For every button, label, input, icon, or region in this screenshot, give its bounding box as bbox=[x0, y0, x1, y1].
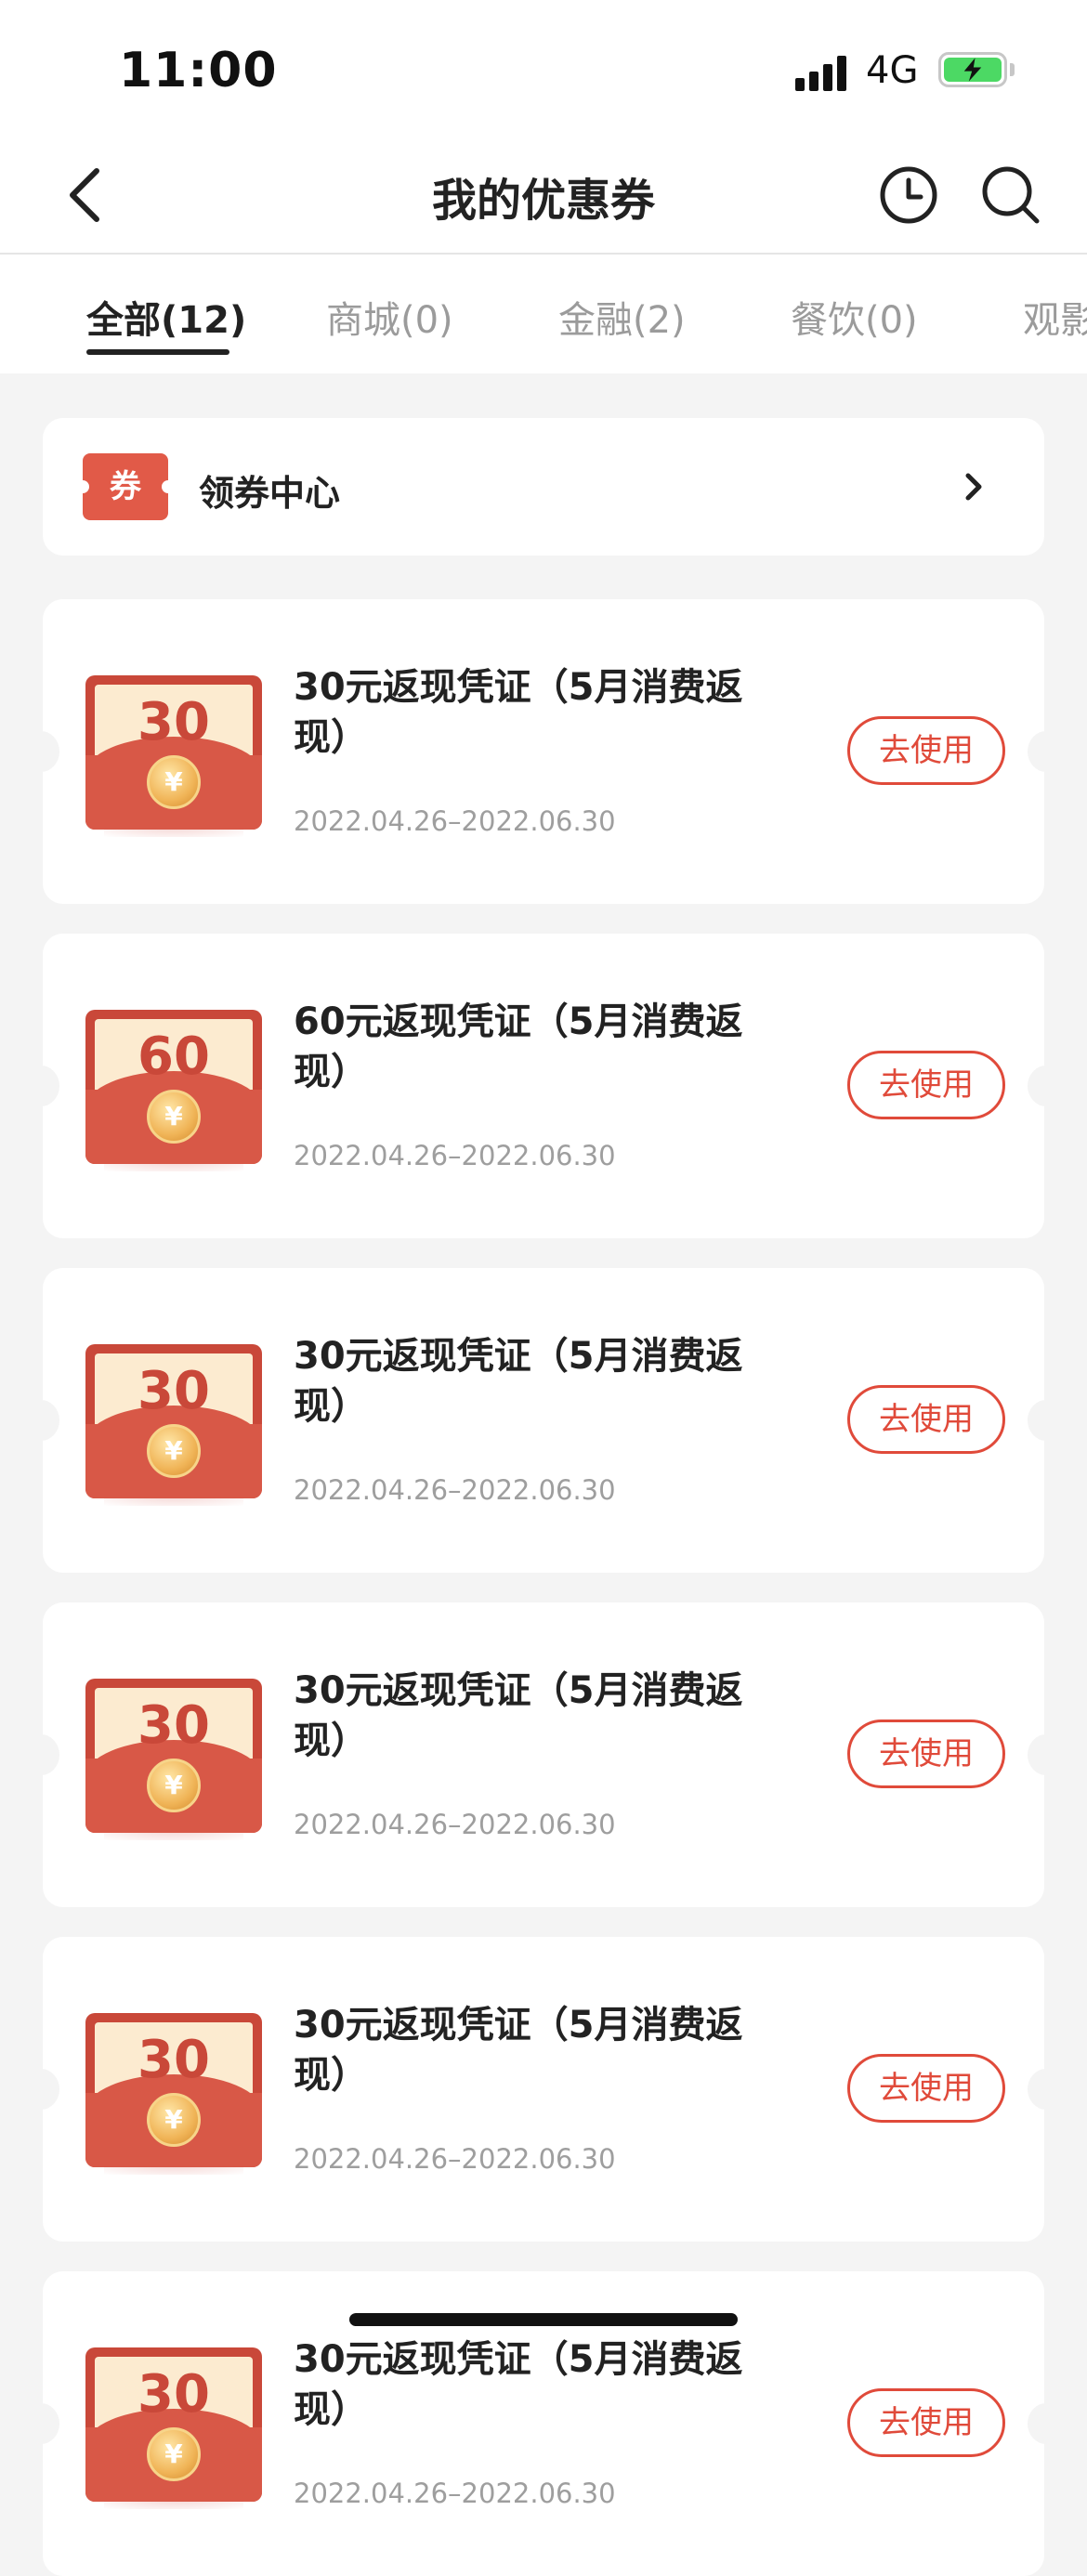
coupon-validity-date: 2022.04.26–2022.06.30 bbox=[294, 2478, 616, 2509]
coupon-title: 30元返现凭证（5月消费返现） bbox=[294, 2004, 743, 2097]
battery-tip bbox=[1010, 63, 1015, 76]
coupon-title: 30元返现凭证（5月消费返现） bbox=[294, 1669, 743, 1762]
use-coupon-button[interactable]: 去使用 bbox=[847, 2054, 1005, 2123]
red-envelope-icon: 30 ¥ bbox=[85, 1679, 262, 1840]
status-time: 11:00 bbox=[119, 43, 278, 98]
tab-all[interactable]: 全部(12) bbox=[86, 290, 246, 344]
yuan-coin-icon: ¥ bbox=[147, 2427, 201, 2481]
yuan-coin-icon: ¥ bbox=[147, 1759, 201, 1812]
red-envelope-icon: 30 ¥ bbox=[85, 2013, 262, 2175]
red-envelope-icon: 30 ¥ bbox=[85, 2347, 262, 2509]
network-label: 4G bbox=[866, 49, 919, 92]
clock-icon[interactable] bbox=[877, 163, 940, 227]
yuan-coin-icon: ¥ bbox=[147, 1424, 201, 1478]
tab-mall[interactable]: 商城(0) bbox=[326, 290, 453, 344]
coupon-card[interactable]: 30 ¥ 30元返现凭证（5月消费返现） 2022.04.26–2022.06.… bbox=[22, 1268, 1065, 1573]
coupon-validity-date: 2022.04.26–2022.06.30 bbox=[294, 1474, 616, 1506]
use-coupon-button[interactable]: 去使用 bbox=[847, 1385, 1005, 1454]
ticket-notch bbox=[1028, 1400, 1065, 1441]
coupon-title: 30元返现凭证（5月消费返现） bbox=[294, 2338, 743, 2431]
ticket-notch bbox=[1028, 2069, 1065, 2110]
coupon-card[interactable]: 30 ¥ 30元返现凭证（5月消费返现） 2022.04.26–2022.06.… bbox=[22, 1602, 1065, 1907]
tab-movies[interactable]: 观影 bbox=[1023, 290, 1087, 344]
coupon-amount: 30 bbox=[138, 1361, 210, 1421]
red-envelope-icon: 30 ¥ bbox=[85, 675, 262, 837]
yuan-coin-icon: ¥ bbox=[147, 1090, 201, 1144]
battery-icon bbox=[938, 52, 1007, 87]
coupon-card[interactable]: 30 ¥ 30元返现凭证（5月消费返现） 2022.04.26–2022.06.… bbox=[22, 599, 1065, 904]
ticket-notch bbox=[22, 1734, 59, 1775]
active-tab-indicator bbox=[86, 349, 229, 355]
coupon-validity-date: 2022.04.26–2022.06.30 bbox=[294, 1140, 616, 1171]
red-envelope-icon: 30 ¥ bbox=[85, 1344, 262, 1506]
use-coupon-button[interactable]: 去使用 bbox=[847, 2388, 1005, 2457]
tab-dining[interactable]: 餐饮(0) bbox=[791, 290, 918, 344]
use-coupon-button[interactable]: 去使用 bbox=[847, 1051, 1005, 1119]
coupon-amount: 30 bbox=[138, 2364, 210, 2425]
coupon-title: 30元返现凭证（5月消费返现） bbox=[294, 1335, 743, 1428]
status-bar: 11:00 4G bbox=[0, 0, 1087, 139]
use-coupon-button[interactable]: 去使用 bbox=[847, 1720, 1005, 1788]
coupon-amount: 30 bbox=[138, 692, 210, 752]
use-coupon-button[interactable]: 去使用 bbox=[847, 716, 1005, 785]
coupon-badge-icon: 券 bbox=[76, 453, 175, 520]
coupon-amount: 30 bbox=[138, 2030, 210, 2090]
coupon-amount: 30 bbox=[138, 1695, 210, 1756]
ticket-notch bbox=[1028, 1734, 1065, 1775]
coupon-center-label: 领券中心 bbox=[199, 473, 341, 514]
ticket-notch bbox=[22, 731, 59, 772]
tab-finance[interactable]: 金融(2) bbox=[558, 290, 686, 344]
ticket-notch bbox=[1028, 2403, 1065, 2444]
coupon-center-link[interactable]: 券 领券中心 bbox=[43, 418, 1044, 556]
ticket-notch bbox=[22, 1066, 59, 1106]
navigation-bar: 我的优惠券 bbox=[0, 139, 1087, 255]
coupon-validity-date: 2022.04.26–2022.06.30 bbox=[294, 1809, 616, 1840]
coupon-card[interactable]: 30 ¥ 30元返现凭证（5月消费返现） 2022.04.26–2022.06.… bbox=[22, 1937, 1065, 2242]
coupon-validity-date: 2022.04.26–2022.06.30 bbox=[294, 2143, 616, 2175]
chevron-right-icon bbox=[953, 466, 994, 507]
coupon-title: 30元返现凭证（5月消费返现） bbox=[294, 666, 743, 759]
ticket-notch bbox=[1028, 1066, 1065, 1106]
coupon-title: 60元返现凭证（5月消费返现） bbox=[294, 1000, 743, 1093]
coupon-card[interactable]: 60 ¥ 60元返现凭证（5月消费返现） 2022.04.26–2022.06.… bbox=[22, 934, 1065, 1238]
search-icon[interactable] bbox=[979, 163, 1042, 227]
category-tabs: 全部(12) 商城(0) 金融(2) 餐饮(0) 观影 bbox=[0, 253, 1087, 373]
ticket-notch bbox=[22, 2069, 59, 2110]
signal-icon bbox=[795, 54, 851, 91]
yuan-coin-icon: ¥ bbox=[147, 755, 201, 809]
ticket-notch bbox=[1028, 731, 1065, 772]
ticket-notch bbox=[22, 2403, 59, 2444]
red-envelope-icon: 60 ¥ bbox=[85, 1010, 262, 1171]
yuan-coin-icon: ¥ bbox=[147, 2093, 201, 2147]
ticket-notch bbox=[22, 1400, 59, 1441]
home-indicator bbox=[349, 2313, 738, 2326]
coupon-validity-date: 2022.04.26–2022.06.30 bbox=[294, 805, 616, 837]
coupon-amount: 60 bbox=[138, 1026, 210, 1087]
